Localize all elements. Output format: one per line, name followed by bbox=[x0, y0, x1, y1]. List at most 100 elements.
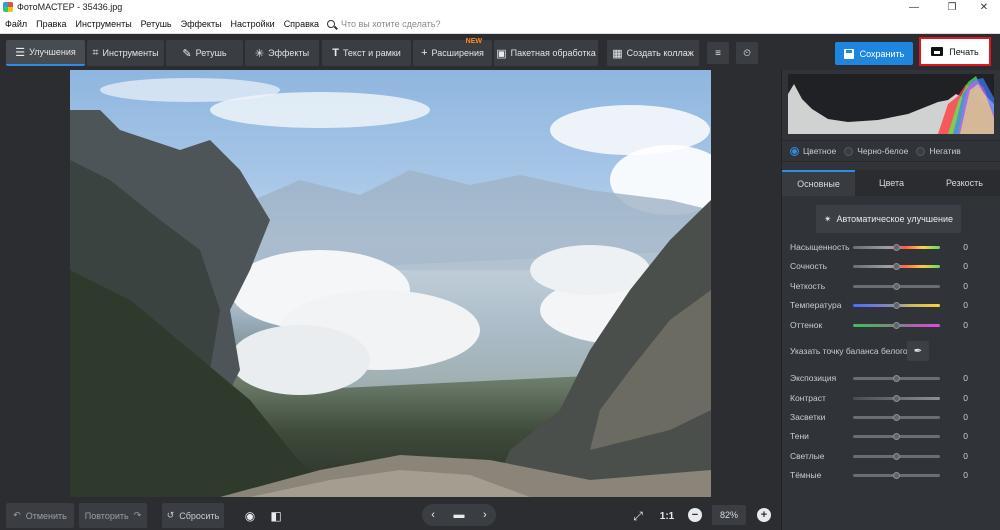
slider-knob[interactable] bbox=[893, 471, 900, 479]
fit-screen-icon[interactable]: ⤢ bbox=[628, 506, 648, 526]
slider-label: Контраст bbox=[790, 393, 826, 403]
slider-knob[interactable] bbox=[893, 301, 900, 309]
undo-label: Отменить bbox=[25, 510, 67, 521]
history-icon: ⏲ bbox=[743, 47, 751, 59]
auto-enhance-button[interactable]: ✴ Автоматическое улучшение bbox=[816, 205, 961, 233]
zoom-out-icon[interactable]: − bbox=[688, 508, 702, 522]
slider-contrast: Контраст 0 bbox=[782, 391, 1000, 405]
tab-extensions[interactable]: + Расширения NEW bbox=[413, 38, 492, 66]
preview-eye-icon[interactable]: ◉ bbox=[240, 506, 260, 526]
slider-knob[interactable] bbox=[893, 394, 900, 402]
redo-button[interactable]: Повторить ↷ bbox=[79, 503, 147, 528]
slider-knob[interactable] bbox=[893, 282, 900, 290]
tab-effects[interactable]: ✳ Эффекты bbox=[245, 40, 319, 66]
plus-icon: + bbox=[421, 47, 428, 59]
tab-collage[interactable]: ▦ Создать коллаж bbox=[607, 40, 699, 66]
menu-item-settings[interactable]: Настройки bbox=[226, 19, 279, 29]
slider-knob[interactable] bbox=[893, 432, 900, 440]
zoom-in-icon[interactable]: + bbox=[757, 508, 771, 522]
eyedropper-icon: ✒ bbox=[913, 345, 923, 357]
slider-knob[interactable] bbox=[893, 374, 900, 382]
tab-label: Текст и рамки bbox=[342, 48, 401, 58]
reset-button[interactable]: ↺ Сбросить bbox=[162, 503, 224, 528]
bottom-bar: ↶ Отменить Повторить ↷ ↺ Сбросить ◉ ◧ ‹ … bbox=[0, 500, 780, 530]
slider-label: Температура bbox=[790, 300, 842, 310]
slider-label: Четкость bbox=[790, 281, 826, 291]
slider-value: 0 bbox=[963, 451, 968, 461]
slider-label: Тёмные bbox=[790, 470, 822, 480]
print-button[interactable]: Печать bbox=[919, 37, 991, 66]
presets-add-button[interactable]: ≡ bbox=[707, 42, 729, 64]
crop-icon: ⌗ bbox=[92, 46, 99, 59]
search-icon bbox=[327, 19, 335, 28]
sparkle-icon: ✳ bbox=[254, 47, 265, 60]
close-button[interactable]: ✕ bbox=[970, 0, 998, 14]
zoom-level[interactable]: 82% bbox=[712, 505, 746, 525]
reset-icon: ↺ bbox=[166, 510, 175, 520]
histogram-graph bbox=[788, 76, 994, 134]
tab-colors[interactable]: Цвета bbox=[855, 170, 928, 196]
slider-label: Засветки bbox=[790, 412, 826, 422]
radio-dot bbox=[844, 146, 854, 156]
image-navigation: ‹ ▬ › bbox=[422, 504, 496, 526]
slider-temperature: Температура 0 bbox=[782, 298, 1000, 312]
menu-item-tools[interactable]: Инструменты bbox=[71, 19, 136, 29]
slider-blacks: Тёмные 0 bbox=[782, 468, 1000, 482]
panel-tabs: Основные Цвета Резкость bbox=[782, 170, 1000, 196]
menu-item-effects[interactable]: Эффекты bbox=[176, 19, 226, 29]
minimize-button[interactable]: — bbox=[900, 0, 928, 14]
history-button[interactable]: ⏲ bbox=[736, 42, 758, 64]
tab-batch[interactable]: ▣ Пакетная обработка bbox=[494, 40, 598, 66]
menu-item-retouch[interactable]: Ретушь bbox=[136, 19, 176, 29]
slider-label: Оттенок bbox=[790, 320, 823, 330]
compare-icon[interactable]: ◧ bbox=[266, 506, 286, 526]
slider-clarity: Четкость 0 bbox=[782, 279, 1000, 293]
slider-highlights: Засветки 0 bbox=[782, 410, 1000, 424]
eyedropper-button[interactable]: ✒ bbox=[907, 341, 929, 361]
tab-tools[interactable]: ⌗ Инструменты bbox=[87, 40, 164, 66]
mode-negative[interactable]: Негатив bbox=[916, 146, 961, 156]
slider-value: 0 bbox=[963, 300, 968, 310]
menu-item-help[interactable]: Справка bbox=[279, 19, 323, 29]
slider-knob[interactable] bbox=[893, 413, 900, 421]
photo-preview[interactable] bbox=[70, 70, 711, 497]
mode-bw[interactable]: Черно-белое bbox=[844, 146, 908, 156]
tab-sharpness[interactable]: Резкость bbox=[928, 170, 1000, 196]
tab-retouch[interactable]: ✎ Ретушь bbox=[166, 40, 243, 66]
slider-saturation: Насыщенность 0 bbox=[782, 240, 1000, 254]
slider-knob[interactable] bbox=[893, 262, 900, 270]
undo-icon: ↶ bbox=[13, 510, 21, 520]
menu-search[interactable]: Что вы хотите сделать? bbox=[327, 19, 441, 29]
menu-item-file[interactable]: Файл bbox=[0, 19, 31, 29]
slider-knob[interactable] bbox=[893, 243, 900, 251]
menu-item-edit[interactable]: Правка bbox=[31, 19, 70, 29]
redo-label: Повторить bbox=[84, 510, 129, 521]
print-label: Печать bbox=[949, 46, 979, 57]
mountain-landscape-image bbox=[70, 78, 711, 497]
open-folder-icon[interactable]: ▬ bbox=[453, 509, 464, 521]
mode-label: Черно-белое bbox=[857, 146, 909, 156]
radio-dot bbox=[916, 146, 926, 156]
slider-tint: Оттенок 0 bbox=[782, 318, 1000, 332]
prev-image-icon[interactable]: ‹ bbox=[431, 509, 435, 521]
text-icon: T bbox=[332, 47, 339, 59]
save-icon bbox=[843, 48, 854, 59]
mode-color[interactable]: Цветное bbox=[790, 146, 836, 156]
tab-basic[interactable]: Основные bbox=[782, 170, 855, 196]
tab-label: Ретушь bbox=[195, 48, 227, 58]
search-placeholder[interactable]: Что вы хотите сделать? bbox=[341, 19, 441, 29]
tab-text-frames[interactable]: T Текст и рамки bbox=[322, 40, 411, 66]
new-badge: NEW bbox=[465, 38, 482, 45]
slider-label: Экспозиция bbox=[790, 373, 837, 383]
title-bar: ФотоМАСТЕР - 35436.jpg — ❐ ✕ bbox=[0, 0, 1000, 14]
next-image-icon[interactable]: › bbox=[483, 509, 487, 521]
save-button[interactable]: Сохранить bbox=[835, 42, 913, 65]
undo-button[interactable]: ↶ Отменить bbox=[6, 503, 74, 528]
magic-wand-icon: ✴ bbox=[823, 213, 832, 224]
slider-knob[interactable] bbox=[893, 452, 900, 460]
white-balance-row: Указать точку баланса белого bbox=[790, 340, 1000, 362]
actual-size-button[interactable]: 1:1 bbox=[656, 506, 678, 526]
slider-knob[interactable] bbox=[893, 321, 900, 329]
maximize-button[interactable]: ❐ bbox=[938, 0, 966, 14]
tab-enhancements[interactable]: ☰ Улучшения bbox=[6, 40, 85, 66]
